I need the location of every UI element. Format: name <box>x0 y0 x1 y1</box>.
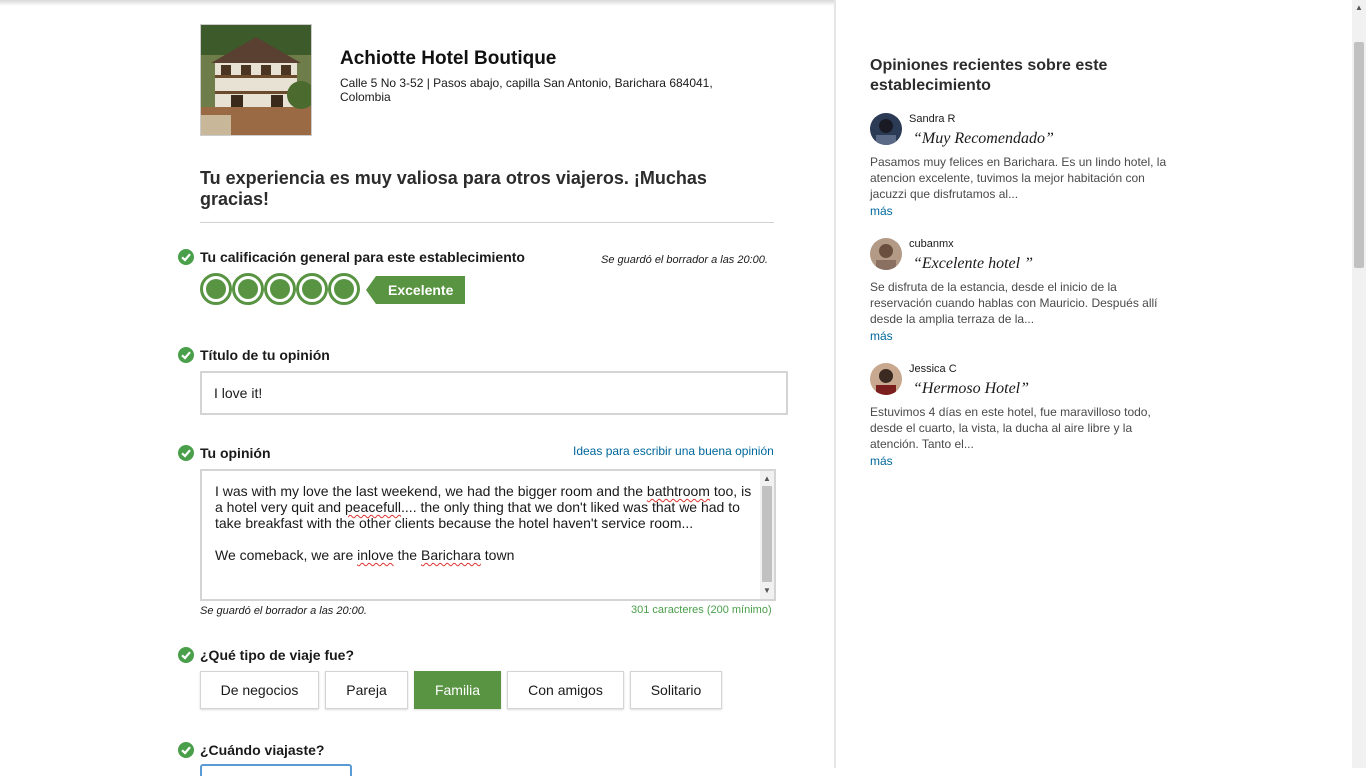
trip-option-solo[interactable]: Solitario <box>630 671 722 709</box>
avatar[interactable] <box>870 113 902 145</box>
textarea-scrollbar[interactable]: ▲ ▼ <box>760 471 774 599</box>
trip-option-family[interactable]: Familia <box>414 671 501 709</box>
character-count: 301 caracteres (200 mínimo) <box>631 604 772 616</box>
check-icon <box>178 647 194 663</box>
review-draft-saved-note: Se guardó el borrador a las 20:00. <box>200 605 367 617</box>
hotel-photo <box>200 24 312 136</box>
reviewer-name[interactable]: Sandra R <box>909 113 955 125</box>
review-title[interactable]: “Excelente hotel ” <box>913 255 1033 273</box>
review-title[interactable]: “Hermoso Hotel” <box>913 380 1029 398</box>
writing-tips-link[interactable]: Ideas para escribir una buena opinión <box>573 444 774 458</box>
trip-option-business[interactable]: De negocios <box>200 671 319 709</box>
review-snippet: Se disfruta de la estancia, desde el ini… <box>870 280 1158 326</box>
travel-date-select[interactable] <box>200 764 352 776</box>
check-icon <box>178 249 194 265</box>
reviewer-name[interactable]: cubanmx <box>909 238 954 250</box>
column-divider <box>834 0 836 768</box>
review-snippet: Pasamos muy felices en Barichara. Es un … <box>870 155 1167 201</box>
avatar[interactable] <box>870 238 902 270</box>
reviewer-name[interactable]: Jessica C <box>909 363 957 375</box>
draft-saved-note: Se guardó el borrador a las 20:00. <box>601 254 768 266</box>
check-icon <box>178 742 194 758</box>
more-link[interactable]: más <box>870 204 893 218</box>
review-textarea[interactable]: I was with my love the last weekend, we … <box>200 469 776 601</box>
trip-option-couple[interactable]: Pareja <box>325 671 408 709</box>
scroll-down-arrow-icon[interactable]: ▼ <box>760 585 774 597</box>
check-icon <box>178 347 194 363</box>
recent-reviews-heading: Opiniones recientes sobre este estableci… <box>870 57 1108 94</box>
review-label: Tu opinión <box>200 445 271 461</box>
scroll-up-arrow-icon[interactable]: ▲ <box>760 473 774 485</box>
section-divider <box>200 222 774 223</box>
hotel-name[interactable]: Achiotte Hotel Boutique <box>340 48 556 70</box>
review-title[interactable]: “Muy Recomendado” <box>913 130 1054 148</box>
trip-option-friends[interactable]: Con amigos <box>507 671 624 709</box>
review-title-input[interactable] <box>200 371 788 415</box>
overall-rating-label: Tu calificación general para este establ… <box>200 249 525 265</box>
rating-bubble-2[interactable] <box>232 273 264 305</box>
thanks-heading: Tu experiencia es muy valiosa para otros… <box>200 168 707 209</box>
check-icon <box>178 445 194 461</box>
rating-text-badge: Excelente <box>365 276 466 304</box>
more-link[interactable]: más <box>870 454 893 468</box>
page-scroll-thumb[interactable] <box>1354 42 1364 268</box>
scroll-up-arrow-icon[interactable]: ▲ <box>1352 2 1366 14</box>
rating-bubble-1[interactable] <box>200 273 232 305</box>
review-text: I was with my love the last weekend, we … <box>215 483 752 563</box>
trip-type-label: ¿Qué tipo de viaje fue? <box>200 647 355 663</box>
hotel-address: Calle 5 No 3-52 | Pasos abajo, capilla S… <box>340 76 713 104</box>
travel-date-label: ¿Cuándo viajaste? <box>200 742 325 758</box>
review-title-label: Título de tu opinión <box>200 347 330 363</box>
rating-bubble-5[interactable] <box>328 273 360 305</box>
rating-bubble-3[interactable] <box>264 273 296 305</box>
review-snippet: Estuvimos 4 días en este hotel, fue mara… <box>870 405 1151 451</box>
textarea-scroll-thumb[interactable] <box>762 486 772 582</box>
page-scrollbar[interactable]: ▲ <box>1352 0 1366 768</box>
more-link[interactable]: más <box>870 329 893 343</box>
avatar[interactable] <box>870 363 902 395</box>
rating-bubble-4[interactable] <box>296 273 328 305</box>
